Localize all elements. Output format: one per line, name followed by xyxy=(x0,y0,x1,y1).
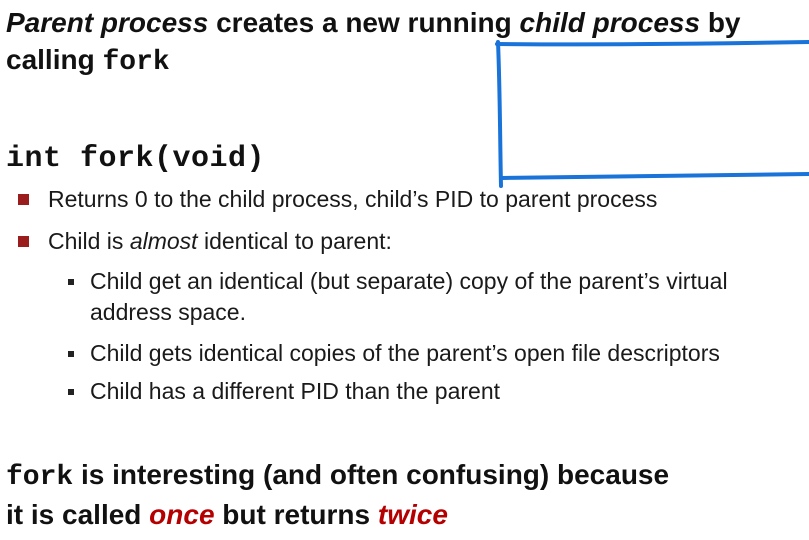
fork-note: fork is interesting (and often confusing… xyxy=(6,456,766,533)
bullet-identical-text-2: identical to parent: xyxy=(197,228,392,254)
sub-bullet-marker xyxy=(68,279,74,285)
bullet-marker xyxy=(18,194,29,205)
sub-bullet-address-space: Child get an identical (but separate) co… xyxy=(68,266,806,328)
sub-bullet-marker xyxy=(68,351,74,357)
once-emphasis: once xyxy=(149,499,215,530)
sub-bullet-file-descriptors-text: Child gets identical copies of the paren… xyxy=(90,340,720,366)
parent-process-term: Parent process xyxy=(6,7,209,38)
note-text-2: it is called xyxy=(6,499,150,530)
note-text-3: but returns xyxy=(214,499,378,530)
bullet-marker xyxy=(18,236,29,247)
sub-bullet-pid: Child has a different PID than the paren… xyxy=(68,376,806,407)
sub-bullet-file-descriptors: Child gets identical copies of the paren… xyxy=(68,338,806,369)
sub-bullet-marker xyxy=(68,389,74,395)
bullet-identical-text-1: Child is xyxy=(48,228,130,254)
fork-code-note: fork xyxy=(6,462,74,493)
bullet-returns-text: Returns 0 to the child process, child’s … xyxy=(48,186,658,212)
child-process-term: child process xyxy=(519,7,701,38)
twice-emphasis: twice xyxy=(377,499,448,530)
intro-heading: Parent process creates a new running chi… xyxy=(6,4,741,81)
bullet-identical: Child is almost identical to parent: xyxy=(18,226,392,257)
intro-text-3: calling xyxy=(6,44,103,75)
fork-signature: int fork(void) xyxy=(6,142,266,176)
note-text-1: is interesting (and often confusing) bec… xyxy=(73,459,670,490)
slide: Parent process creates a new running chi… xyxy=(0,0,809,540)
intro-text-2: by xyxy=(700,7,741,38)
intro-text-1: creates a new running xyxy=(208,7,520,38)
sub-bullet-pid-text: Child has a different PID than the paren… xyxy=(90,378,501,404)
bullet-returns: Returns 0 to the child process, child’s … xyxy=(18,184,658,215)
fork-code-inline: fork xyxy=(102,47,170,78)
sub-bullet-address-space-text: Child get an identical (but separate) co… xyxy=(90,268,728,325)
almost-emphasis: almost xyxy=(129,228,198,254)
